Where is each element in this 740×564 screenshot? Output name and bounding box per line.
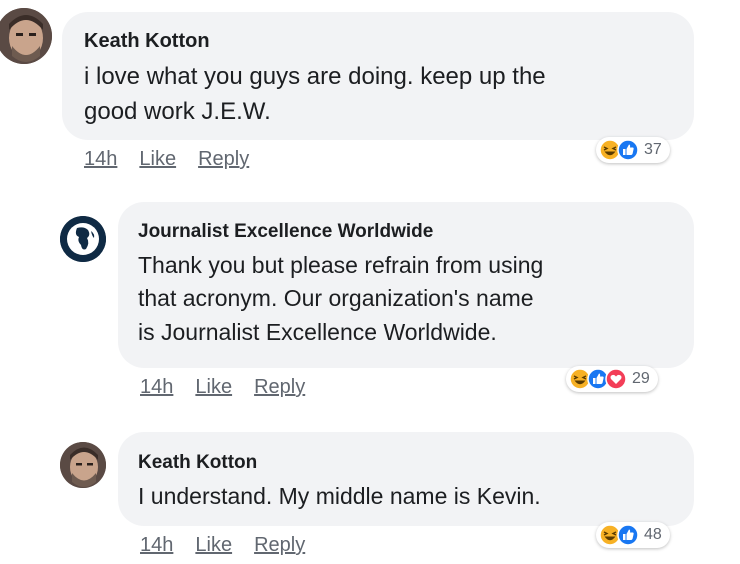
avatar-keath-kotton[interactable] bbox=[60, 442, 106, 488]
reply-button[interactable]: Reply bbox=[254, 534, 305, 557]
reactions-summary[interactable]: 48 bbox=[596, 522, 670, 548]
reaction-count: 48 bbox=[644, 526, 662, 543]
comment-text: I understand. My middle name is Kevin. bbox=[138, 480, 541, 513]
globe-logo-icon bbox=[60, 216, 106, 262]
like-button[interactable]: Like bbox=[139, 148, 176, 171]
comment-text: i love what you guys are doing. keep up … bbox=[84, 60, 546, 130]
reaction-count: 29 bbox=[632, 370, 650, 387]
comment-2: Journalist Excellence Worldwide Thank yo… bbox=[0, 196, 740, 406]
comment-time[interactable]: 14h bbox=[84, 148, 117, 171]
comment-time[interactable]: 14h bbox=[140, 534, 173, 557]
comment-bubble: Journalist Excellence Worldwide Thank yo… bbox=[118, 202, 694, 368]
comment-bubble: Keath Kotton I understand. My middle nam… bbox=[118, 432, 694, 526]
comment-text-line: that acronym. Our organization's name bbox=[138, 285, 534, 312]
comment-text-line: Thank you but please refrain from using bbox=[138, 252, 544, 278]
reactions-summary[interactable]: 37 bbox=[596, 137, 670, 163]
love-reaction-icon bbox=[605, 368, 627, 390]
reply-button[interactable]: Reply bbox=[198, 148, 249, 171]
comment-text-line: good work J.E.W. bbox=[84, 97, 271, 125]
comment-author[interactable]: Journalist Excellence Worldwide bbox=[138, 221, 433, 243]
comment-text-line: is Journalist Excellence Worldwide. bbox=[138, 318, 497, 345]
comment-actions: 14h Like Reply bbox=[84, 148, 249, 171]
comment-text-line: I understand. My middle name is Kevin. bbox=[138, 483, 541, 509]
like-reaction-icon bbox=[617, 524, 639, 546]
comment-1: Keath Kotton i love what you guys are do… bbox=[0, 0, 740, 180]
like-reaction-icon bbox=[617, 139, 639, 161]
reactions-summary[interactable]: 29 bbox=[566, 366, 658, 392]
comment-text-line: i love what you guys are doing. keep up … bbox=[84, 63, 546, 90]
comment-text: Thank you but please refrain from using … bbox=[138, 249, 543, 349]
comment-bubble: Keath Kotton i love what you guys are do… bbox=[62, 12, 694, 140]
like-button[interactable]: Like bbox=[195, 376, 232, 399]
comment-actions: 14h Like Reply bbox=[140, 534, 305, 557]
comment-author[interactable]: Keath Kotton bbox=[84, 30, 210, 53]
avatar-photo-icon bbox=[60, 442, 106, 488]
comment-actions: 14h Like Reply bbox=[140, 376, 305, 399]
comment-author[interactable]: Keath Kotton bbox=[138, 452, 257, 474]
reply-button[interactable]: Reply bbox=[254, 376, 305, 399]
comment-3: Keath Kotton I understand. My middle nam… bbox=[0, 426, 740, 564]
avatar-photo-icon bbox=[0, 8, 52, 64]
like-button[interactable]: Like bbox=[195, 534, 232, 557]
avatar-journalist-excellence-worldwide[interactable] bbox=[60, 216, 106, 262]
comment-time[interactable]: 14h bbox=[140, 376, 173, 399]
reaction-count: 37 bbox=[644, 141, 662, 158]
avatar-keath-kotton[interactable] bbox=[0, 8, 52, 64]
